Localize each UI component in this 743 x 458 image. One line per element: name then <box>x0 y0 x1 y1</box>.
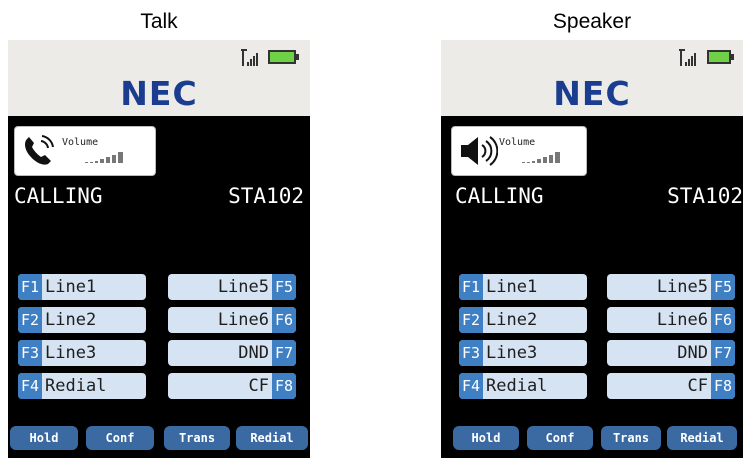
function-key-f1[interactable]: F1 Line1 <box>459 274 587 300</box>
panel-title: Speaker <box>552 10 632 33</box>
fkey-label: Redial <box>486 376 548 396</box>
function-key-f4[interactable]: F4 Redial <box>18 373 146 399</box>
fkey-tag: F5 <box>711 274 735 300</box>
function-key-f4[interactable]: F4 Redial <box>459 373 587 399</box>
phone-display: NEC Volume CALLING STA102 F1 Line1 F2 Li… <box>441 40 743 458</box>
volume-level-bars <box>85 152 123 163</box>
softkey-redial[interactable]: Redial <box>667 426 737 450</box>
panel-title: Talk <box>140 10 178 33</box>
function-key-f2[interactable]: F2 Line2 <box>18 307 146 333</box>
fkey-tag: F8 <box>272 373 296 399</box>
lcd-screen: Volume CALLING STA102 F1 Line1 F2 Line2 … <box>441 116 743 458</box>
station-id: STA102 <box>228 184 304 208</box>
volume-indicator: Volume <box>14 126 156 176</box>
fkey-label: CF <box>687 376 708 396</box>
fkey-tag: F3 <box>459 340 483 366</box>
volume-indicator: Volume <box>451 126 587 176</box>
function-key-f5[interactable]: F5 Line5 <box>168 274 296 300</box>
function-key-f2[interactable]: F2 Line2 <box>459 307 587 333</box>
brand-logo: NEC <box>553 74 631 113</box>
volume-label: Volume <box>499 137 536 148</box>
fkey-label: DND <box>238 343 269 363</box>
fkey-label: Line5 <box>656 277 708 297</box>
function-key-f1[interactable]: F1 Line1 <box>18 274 146 300</box>
fkey-tag: F5 <box>272 274 296 300</box>
softkey-trans[interactable]: Trans <box>601 426 661 450</box>
fkey-tag: F2 <box>18 307 42 333</box>
fkey-label: Line5 <box>217 277 269 297</box>
battery-icon <box>707 50 734 64</box>
fkey-tag: F6 <box>272 307 296 333</box>
function-key-f5[interactable]: F5 Line5 <box>607 274 735 300</box>
speaker-panel: Speaker NEC Volume CALLING STA102 F1 Lin… <box>441 0 743 458</box>
brand-logo: NEC <box>120 74 198 113</box>
fkey-tag: F8 <box>711 373 735 399</box>
fkey-label: Line3 <box>45 343 97 363</box>
display-header: NEC <box>8 40 310 116</box>
call-status: CALLING <box>455 184 544 208</box>
fkey-tag: F7 <box>272 340 296 366</box>
fkey-tag: F3 <box>18 340 42 366</box>
fkey-label: CF <box>248 376 269 396</box>
softkey-trans[interactable]: Trans <box>164 426 230 450</box>
fkey-label: Line6 <box>217 310 269 330</box>
phone-display: NEC Volume CALLING STA102 F1 Line1 F2 Li… <box>8 40 310 458</box>
battery-icon <box>268 50 299 64</box>
fkey-tag: F4 <box>459 373 483 399</box>
display-header: NEC <box>441 40 743 116</box>
function-key-f7[interactable]: F7 DND <box>607 340 735 366</box>
function-key-f6[interactable]: F6 Line6 <box>168 307 296 333</box>
fkey-tag: F1 <box>18 274 42 300</box>
function-key-f8[interactable]: F8 CF <box>168 373 296 399</box>
fkey-label: DND <box>677 343 708 363</box>
handset-icon <box>25 135 54 165</box>
softkey-redial[interactable]: Redial <box>236 426 308 450</box>
fkey-label: Line1 <box>45 277 97 297</box>
volume-label: Volume <box>62 137 99 148</box>
fkey-label: Line2 <box>486 310 538 330</box>
softkey-conf[interactable]: Conf <box>86 426 154 450</box>
fkey-label: Line1 <box>486 277 538 297</box>
fkey-label: Redial <box>45 376 107 396</box>
function-key-f7[interactable]: F7 DND <box>168 340 296 366</box>
fkey-label: Line6 <box>656 310 708 330</box>
fkey-tag: F2 <box>459 307 483 333</box>
fkey-tag: F1 <box>459 274 483 300</box>
talk-panel: Talk NEC Volume CALLING STA102 F1 Line1 … <box>8 0 310 458</box>
function-key-f8[interactable]: F8 CF <box>607 373 735 399</box>
softkey-hold[interactable]: Hold <box>453 426 519 450</box>
call-status: CALLING <box>14 184 103 208</box>
function-key-f3[interactable]: F3 Line3 <box>18 340 146 366</box>
softkey-conf[interactable]: Conf <box>527 426 593 450</box>
function-key-f6[interactable]: F6 Line6 <box>607 307 735 333</box>
station-id: STA102 <box>667 184 743 208</box>
speaker-icon <box>461 136 498 166</box>
softkey-hold[interactable]: Hold <box>10 426 78 450</box>
fkey-label: Line3 <box>486 343 538 363</box>
fkey-tag: F7 <box>711 340 735 366</box>
fkey-label: Line2 <box>45 310 97 330</box>
function-key-f3[interactable]: F3 Line3 <box>459 340 587 366</box>
fkey-tag: F6 <box>711 307 735 333</box>
signal-icon <box>241 49 258 66</box>
lcd-screen: Volume CALLING STA102 F1 Line1 F2 Line2 … <box>8 116 310 458</box>
signal-icon <box>679 49 696 66</box>
fkey-tag: F4 <box>18 373 42 399</box>
volume-level-bars <box>522 152 560 163</box>
